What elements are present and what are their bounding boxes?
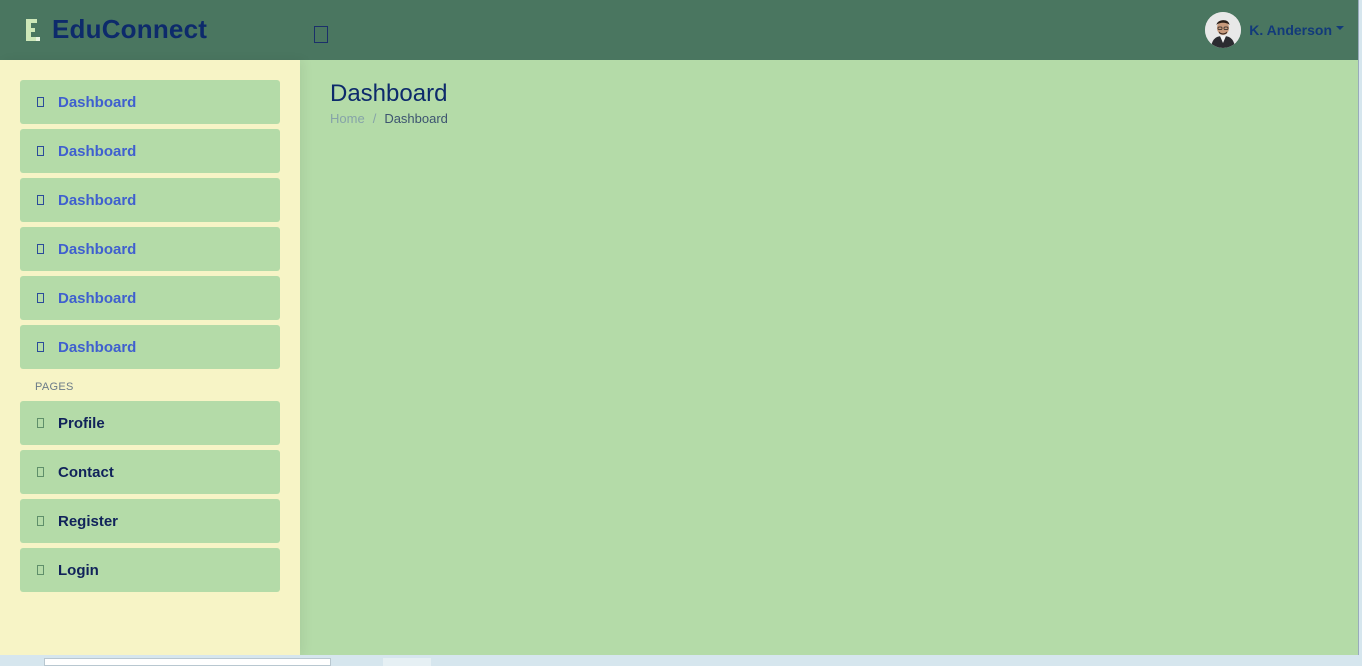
sidebar-item-dashboard[interactable]: Dashboard — [20, 325, 280, 369]
breadcrumb: Home / Dashboard — [330, 111, 448, 126]
sidebar-item-label: Contact — [58, 463, 114, 481]
user-name: K. Anderson — [1249, 22, 1332, 38]
sidebar-item-label: Register — [58, 512, 119, 530]
dashboard-icon — [37, 195, 44, 205]
breadcrumb-separator: / — [372, 111, 377, 126]
menu-toggle-icon[interactable] — [314, 26, 328, 43]
taskbar-search-field[interactable] — [44, 658, 331, 666]
sidebar-item-label: Dashboard — [58, 338, 137, 356]
brand-name: EduConnect — [52, 14, 208, 44]
chevron-down-icon — [1336, 26, 1344, 30]
sidebar-item-label: Dashboard — [58, 142, 137, 160]
sidebar-item-contact[interactable]: Contact — [20, 450, 280, 494]
dashboard-icon — [37, 342, 44, 352]
sidebar-item-dashboard[interactable]: Dashboard — [20, 129, 280, 173]
sidebar-item-label: Dashboard — [58, 240, 137, 258]
user-menu[interactable]: K. Anderson — [1205, 12, 1344, 48]
app-window: EduConnect K. Anderson Dashboard Dashboa… — [0, 0, 1359, 655]
breadcrumb-current: Dashboard — [384, 111, 448, 126]
sidebar-item-dashboard[interactable]: Dashboard — [20, 276, 280, 320]
breadcrumb-home-link[interactable]: Home — [330, 111, 365, 126]
sidebar-item-label: Dashboard — [58, 191, 137, 209]
sidebar-item-dashboard[interactable]: Dashboard — [20, 227, 280, 271]
avatar — [1205, 12, 1242, 48]
sidebar-item-login[interactable]: Login — [20, 548, 280, 592]
page-title: Dashboard — [330, 80, 448, 107]
sidebar-item-label: Login — [58, 561, 99, 579]
dashboard-icon — [37, 97, 44, 107]
sidebar-item-label: Dashboard — [58, 93, 137, 111]
sidebar-section-pages: PAGES — [35, 381, 74, 393]
page-icon — [37, 565, 44, 575]
sidebar-item-label: Dashboard — [58, 289, 137, 307]
dashboard-icon — [37, 244, 44, 254]
dashboard-icon — [37, 293, 44, 303]
taskbar-app-button[interactable] — [383, 658, 431, 666]
sidebar-item-dashboard[interactable]: Dashboard — [20, 80, 280, 124]
educonnect-logo-icon — [24, 17, 40, 43]
sidebar-item-register[interactable]: Register — [20, 499, 280, 543]
dashboard-icon — [37, 146, 44, 156]
sidebar-item-profile[interactable]: Profile — [20, 401, 280, 445]
taskbar — [0, 655, 1362, 666]
page-icon — [37, 418, 44, 428]
brand-logo[interactable]: EduConnect — [24, 14, 207, 45]
top-header: EduConnect K. Anderson — [0, 0, 1358, 60]
page-icon — [37, 516, 44, 526]
sidebar-item-label: Profile — [58, 414, 105, 432]
page-icon — [37, 467, 44, 477]
sidebar-item-dashboard[interactable]: Dashboard — [20, 178, 280, 222]
